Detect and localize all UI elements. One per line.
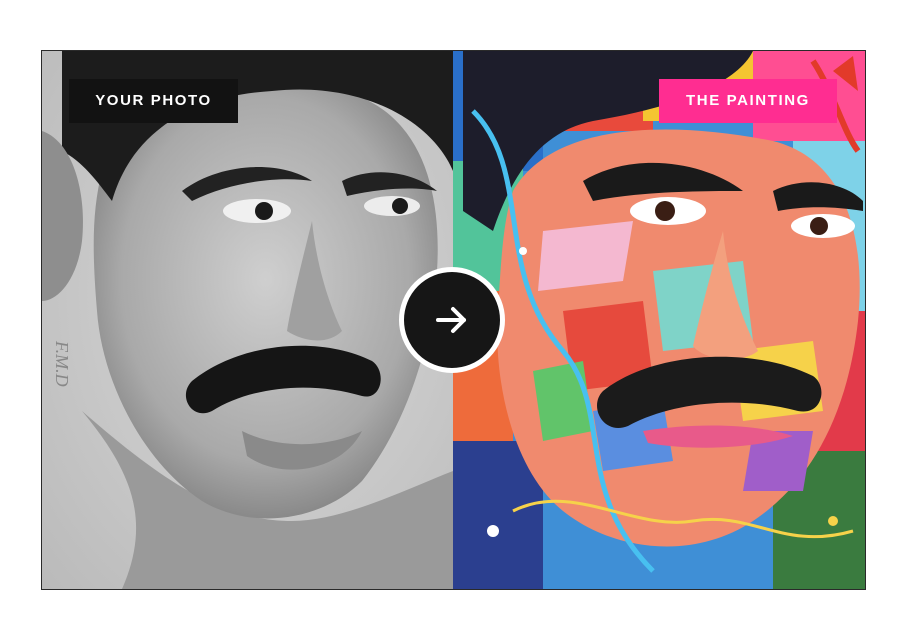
compare-arrow-button[interactable] bbox=[399, 267, 505, 373]
the-painting-label: THE PAINTING bbox=[659, 79, 837, 123]
comparison-frame: F.M.D YOUR PHOTO THE PAINTING bbox=[41, 50, 866, 590]
arrow-right-icon bbox=[436, 307, 466, 333]
bw-portrait-image: F.M.D bbox=[42, 51, 453, 589]
painted-portrait-image bbox=[453, 51, 865, 589]
your-photo-label: YOUR PHOTO bbox=[69, 79, 238, 123]
original-photo: F.M.D bbox=[42, 51, 453, 589]
painting-preview bbox=[453, 51, 865, 589]
svg-text:F.M.D: F.M.D bbox=[52, 340, 72, 387]
